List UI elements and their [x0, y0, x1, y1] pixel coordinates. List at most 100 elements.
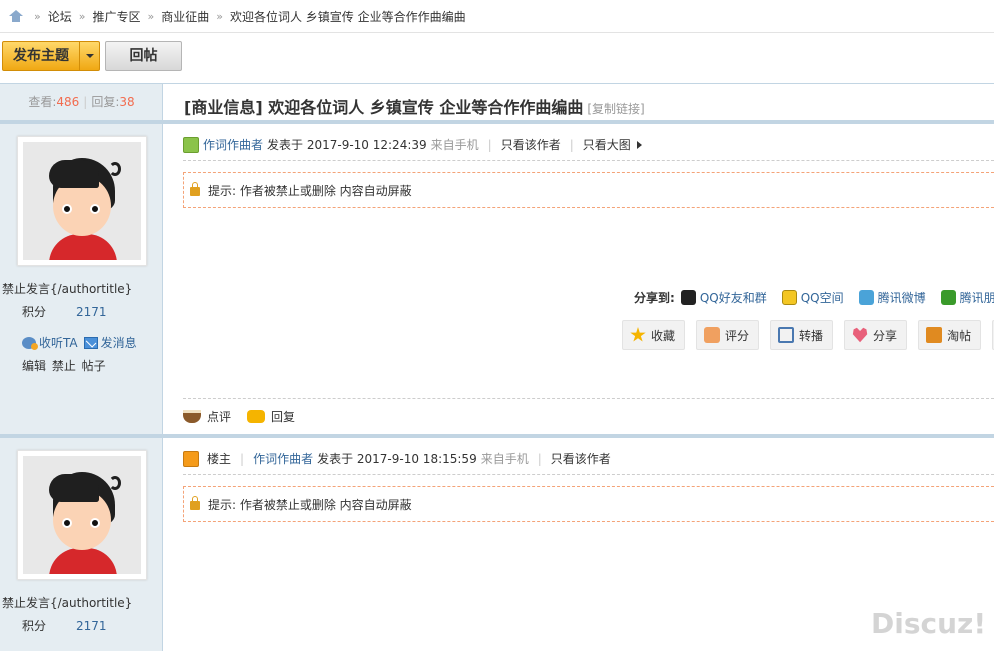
share-qzone[interactable]: QQ空间 [781, 289, 844, 306]
score-label: 积分 [22, 619, 47, 633]
post-meta: 作词作曲者 发表于 2017-9-10 12:24:39 来自手机 | 只看该作… [183, 136, 642, 153]
heart-icon [852, 327, 868, 343]
new-topic-button[interactable]: 发布主题 [2, 41, 100, 71]
author-link[interactable]: 作词作曲者 [253, 450, 313, 467]
breadcrumb-item-forum[interactable]: 论坛 [48, 8, 72, 25]
share-qzone-label: QQ空间 [800, 291, 844, 305]
dotted-divider [183, 474, 994, 475]
coffee-icon [183, 410, 201, 423]
post-meta: 楼主 | 作词作曲者 发表于 2017-9-10 18:15:59 来自手机 |… [183, 450, 611, 467]
post-time: 发表于 2017-9-10 18:15:59 [317, 452, 477, 466]
big-image-link[interactable]: 只看大图 [583, 136, 631, 153]
qq-icon [680, 290, 696, 305]
repost-icon [778, 327, 795, 343]
home-icon[interactable] [9, 10, 23, 22]
rate-button[interactable]: 评分 [696, 320, 760, 350]
post-source: 来自手机 [480, 452, 529, 466]
speech-bubble-icon [247, 410, 266, 423]
separator-icon: » [78, 9, 86, 23]
blocked-notice: 提示: 作者被禁止或删除 内容自动屏蔽 [183, 172, 994, 208]
qzone-icon [781, 290, 797, 305]
breadcrumb-item-promo[interactable]: 推广专区 [92, 8, 140, 25]
post-actions: 收藏 评分 转播 分享 淘帖 [622, 320, 994, 350]
star-icon [630, 327, 646, 342]
lock-icon [190, 182, 200, 196]
share-qq[interactable]: QQ好友和群 [680, 289, 767, 306]
avatar-image [23, 142, 141, 260]
share-qq-label: QQ好友和群 [699, 291, 767, 305]
thread-stats: 查看:486 | 回复:38 [0, 84, 163, 120]
user-title: 禁止发言{/authortitle} [2, 282, 133, 296]
separator: | [240, 451, 245, 466]
chevron-right-icon[interactable] [636, 140, 642, 149]
share-label: 分享到: [634, 291, 675, 305]
share-tencent-weibo[interactable]: 腾讯微博 [858, 289, 926, 306]
favorite-label: 收藏 [651, 328, 676, 343]
notice-text: 提示: 作者被禁止或删除 内容自动屏蔽 [208, 183, 412, 198]
rate-label: 评分 [725, 328, 750, 343]
user-score: 积分 2171 [22, 303, 107, 320]
comment-link[interactable]: 点评 [207, 408, 231, 425]
mail-icon [83, 336, 98, 349]
author-link[interactable]: 作词作曲者 [203, 136, 263, 153]
separator: | [83, 95, 88, 109]
separator: | [537, 451, 542, 466]
blocked-notice: 提示: 作者被禁止或删除 内容自动屏蔽 [183, 486, 994, 522]
new-topic-label: 发布主题 [13, 48, 69, 64]
online-user-icon [183, 136, 199, 153]
separator: | [569, 137, 574, 152]
reply-button[interactable]: 回帖 [105, 41, 182, 71]
only-author-link[interactable]: 只看该作者 [551, 450, 611, 467]
score-label: 积分 [22, 305, 47, 319]
admin-links[interactable]: 编辑 禁止 帖子 [22, 357, 106, 374]
breadcrumb: » 论坛 » 推广专区 » 商业征曲 » 欢迎各位词人 乡镇宣传 企业等合作作曲… [0, 0, 994, 33]
score-value[interactable]: 2171 [76, 305, 107, 319]
thread-title: [商业信息] 欢迎各位词人 乡镇宣传 企业等合作作曲编曲 [复制链接] [184, 94, 645, 118]
copy-link[interactable]: [复制链接] [587, 102, 644, 116]
follow-link[interactable]: 收听TA [39, 334, 78, 351]
share-label: 分享 [873, 328, 898, 343]
reply-link[interactable]: 回复 [271, 408, 295, 425]
breadcrumb-item-business[interactable]: 商业征曲 [161, 8, 209, 25]
send-message-link[interactable]: 发消息 [101, 334, 137, 351]
share-bar: 分享到: QQ好友和群 QQ空间 腾讯微博 腾讯朋 [634, 289, 994, 306]
share-tencent-friends[interactable]: 腾讯朋 [940, 289, 994, 306]
separator-icon: » [34, 9, 41, 23]
replies-count: 38 [119, 95, 135, 109]
breadcrumb-item-thread[interactable]: 欢迎各位词人 乡镇宣传 企业等合作作曲编曲 [230, 8, 466, 25]
tencent-weibo-icon [858, 290, 874, 305]
share-weibo-label: 腾讯微博 [877, 291, 926, 305]
favorite-button[interactable]: 收藏 [622, 320, 686, 350]
views-label: 查看: [28, 95, 57, 109]
post-footer: 点评 回复 [183, 408, 295, 425]
post-source: 来自手机 [430, 138, 479, 152]
user-links: 收听TA 发消息 [22, 334, 137, 351]
avatar[interactable] [17, 450, 147, 580]
discuz-watermark: Discuz! [871, 607, 987, 640]
share-friends-label: 腾讯朋 [959, 291, 994, 305]
dotted-divider [183, 160, 994, 161]
thread-title-text: [商业信息] 欢迎各位词人 乡镇宣传 企业等合作作曲编曲 [184, 98, 584, 117]
views-count: 486 [56, 95, 80, 109]
tray-icon [926, 327, 943, 343]
floor-owner-icon [183, 450, 199, 467]
thumb-up-icon [704, 327, 721, 343]
collect-thread-button[interactable]: 淘帖 [918, 320, 982, 350]
avatar-image [23, 456, 141, 574]
user-score: 积分 2171 [22, 617, 107, 634]
separator: | [487, 137, 492, 152]
follow-icon [22, 336, 38, 350]
separator-icon: » [216, 9, 223, 23]
avatar[interactable] [17, 136, 147, 266]
collect-label: 淘帖 [947, 328, 972, 343]
replies-label: 回复: [91, 95, 120, 109]
post-time: 发表于 2017-9-10 12:24:39 [267, 138, 427, 152]
notice-text: 提示: 作者被禁止或删除 内容自动屏蔽 [208, 497, 412, 512]
dotted-divider [183, 398, 994, 399]
score-value[interactable]: 2171 [76, 619, 107, 633]
repost-button[interactable]: 转播 [770, 320, 834, 350]
chevron-down-icon[interactable] [79, 42, 99, 70]
only-author-link[interactable]: 只看该作者 [501, 136, 561, 153]
share-button[interactable]: 分享 [844, 320, 908, 350]
divider [0, 434, 994, 438]
